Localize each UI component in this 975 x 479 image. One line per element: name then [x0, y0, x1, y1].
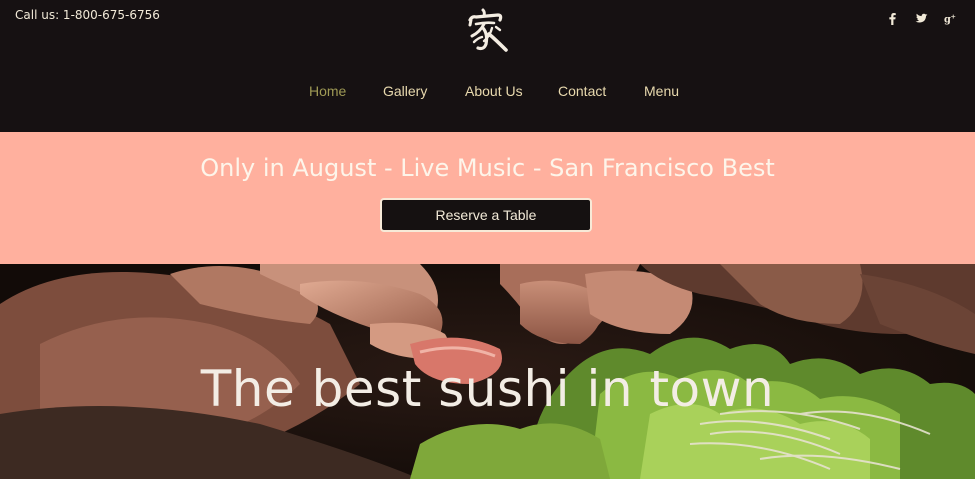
reserve-table-button[interactable]: Reserve a Table [380, 198, 592, 232]
main-nav: Home Gallery About Us Contact Menu [0, 83, 975, 103]
site-header: Call us: 1-800-675-6756 g + Home Gallery… [0, 0, 975, 132]
twitter-icon[interactable] [913, 10, 929, 26]
facebook-icon[interactable] [884, 10, 900, 26]
nav-item-about-us[interactable]: About Us [465, 83, 523, 99]
promo-title: Only in August - Live Music - San Franci… [200, 154, 775, 182]
svg-text:+: + [950, 12, 955, 20]
nav-item-contact[interactable]: Contact [558, 83, 606, 99]
social-links: g + [884, 10, 958, 26]
nav-item-gallery[interactable]: Gallery [383, 83, 427, 99]
hero-title: The best sushi in town [200, 360, 775, 418]
page: Call us: 1-800-675-6756 g + Home Gallery… [0, 0, 975, 479]
phone-text: Call us: 1-800-675-6756 [15, 8, 160, 22]
kanji-logo-icon[interactable] [462, 6, 510, 58]
hero-section: The best sushi in town [0, 264, 975, 479]
google-plus-icon[interactable]: g + [942, 10, 958, 26]
promo-banner: Only in August - Live Music - San Franci… [0, 132, 975, 264]
nav-item-home[interactable]: Home [309, 83, 346, 99]
nav-item-menu[interactable]: Menu [644, 83, 679, 99]
